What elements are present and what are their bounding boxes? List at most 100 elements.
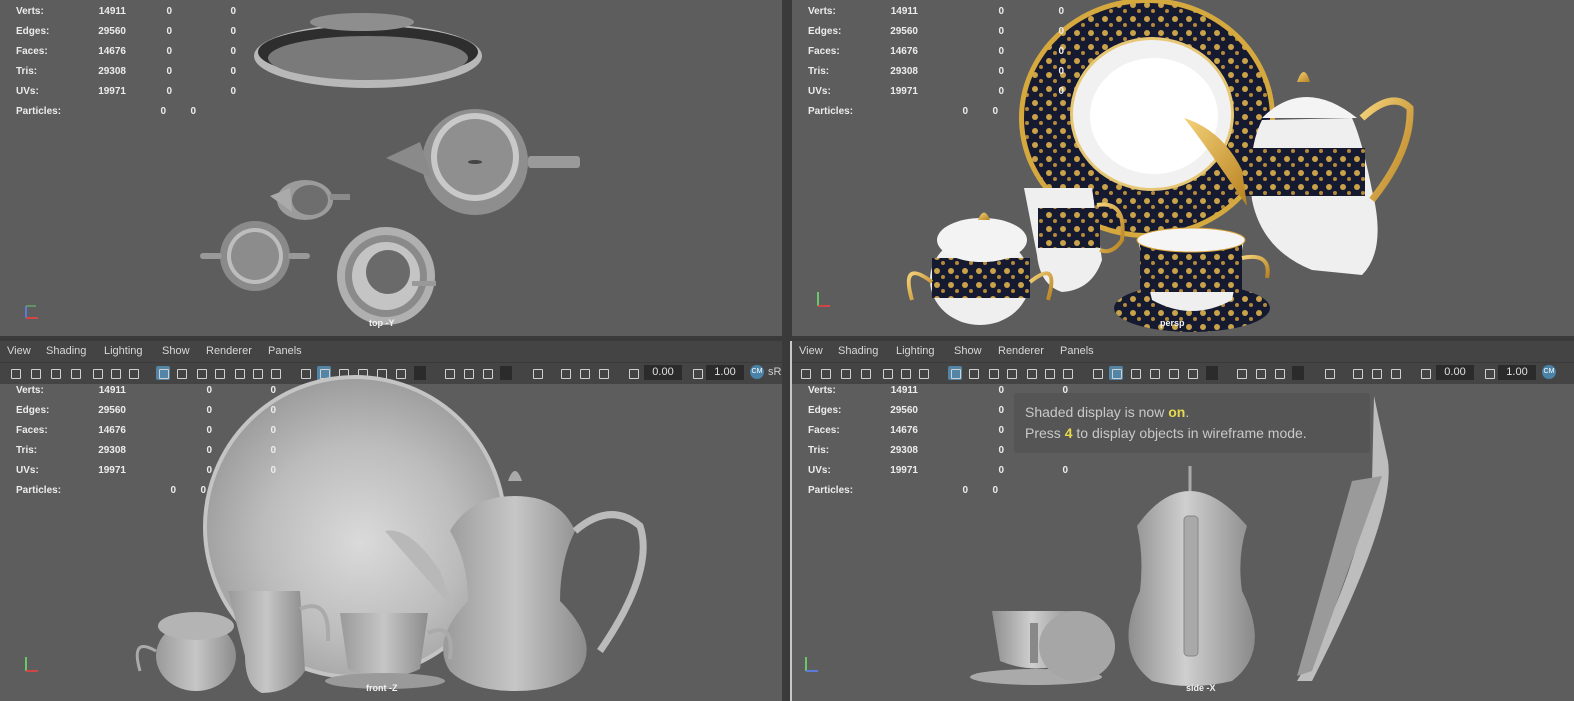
faces-label: Faces: bbox=[16, 425, 48, 436]
faces-label: Faces: bbox=[16, 46, 48, 57]
viewport-top[interactable]: Verts: 14911 0 0 Edges: 29560 0 0 Faces: 14676 0… bbox=[0, 0, 782, 336]
axis-gizmo-icon bbox=[805, 657, 818, 672]
viewport-front[interactable]: View Shading Lighting Show Renderer Pane… bbox=[0, 341, 782, 701]
verts-value: 14911 bbox=[890, 385, 918, 396]
edges-component: 0 bbox=[230, 26, 236, 37]
edges-value: 29560 bbox=[98, 26, 126, 37]
teapot-persp-shape bbox=[1250, 118, 1378, 275]
uvs-value: 19971 bbox=[98, 86, 126, 97]
tris-value: 29308 bbox=[98, 66, 126, 77]
faces-value: 14676 bbox=[890, 46, 918, 57]
faces-selected: 0 bbox=[166, 46, 172, 57]
edges-label: Edges: bbox=[16, 26, 50, 37]
camera-label: top -Y bbox=[369, 318, 395, 328]
tris-label: Tris: bbox=[808, 445, 830, 456]
uvs-component: 0 bbox=[1058, 86, 1064, 97]
verts-selected: 0 bbox=[998, 385, 1004, 396]
uvs-value: 19971 bbox=[98, 465, 126, 476]
faces-label: Faces: bbox=[808, 46, 840, 57]
particles-label: Particles: bbox=[808, 485, 854, 496]
uvs-label: UVs: bbox=[16, 465, 39, 476]
particles-selected: 0 bbox=[992, 485, 998, 496]
tris-component: 0 bbox=[230, 66, 236, 77]
particles-label: Particles: bbox=[16, 106, 62, 117]
uvs-label: UVs: bbox=[808, 465, 831, 476]
verts-selected: 0 bbox=[206, 385, 212, 396]
verts-component: 0 bbox=[270, 385, 276, 396]
particles-selected: 0 bbox=[190, 106, 196, 117]
tris-label: Tris: bbox=[16, 445, 38, 456]
tris-value: 29308 bbox=[890, 66, 918, 77]
uvs-value: 19971 bbox=[890, 86, 918, 97]
uvs-label: UVs: bbox=[808, 86, 831, 97]
faces-value: 14676 bbox=[890, 425, 918, 436]
edges-component: 0 bbox=[270, 405, 276, 416]
uvs-value: 19971 bbox=[890, 465, 918, 476]
uvs-label: UVs: bbox=[16, 86, 39, 97]
verts-label: Verts: bbox=[808, 6, 836, 17]
particles-selected: 0 bbox=[200, 485, 206, 496]
message-line-2: Press 4 to display objects in wireframe … bbox=[1025, 425, 1307, 441]
particles-label: Particles: bbox=[808, 106, 854, 117]
uvs-component: 0 bbox=[230, 86, 236, 97]
message-line-1: Shaded display is now on. bbox=[1025, 404, 1190, 420]
camera-label: persp bbox=[1160, 318, 1185, 328]
uvs-selected: 0 bbox=[998, 86, 1004, 97]
tris-selected: 0 bbox=[998, 66, 1004, 77]
edges-component: 0 bbox=[1058, 26, 1064, 37]
verts-component: 0 bbox=[230, 6, 236, 17]
edges-selected: 0 bbox=[206, 405, 212, 416]
edges-value: 29560 bbox=[890, 26, 918, 37]
verts-value: 14911 bbox=[98, 6, 126, 17]
edges-label: Edges: bbox=[808, 26, 842, 37]
verts-selected: 0 bbox=[998, 6, 1004, 17]
particles-selected: 0 bbox=[992, 106, 998, 117]
viewport-side[interactable]: View Shading Lighting Show Renderer Pane… bbox=[790, 341, 1574, 701]
verts-value: 14911 bbox=[890, 6, 918, 17]
edges-value: 29560 bbox=[98, 405, 126, 416]
viewport-persp[interactable]: Verts: 14911 0 0 Edges: 29560 0 0 Faces: 14676 0… bbox=[792, 0, 1574, 336]
particles-label: Particles: bbox=[16, 485, 62, 496]
faces-component: 0 bbox=[230, 46, 236, 57]
tris-label: Tris: bbox=[16, 66, 38, 77]
faces-label: Faces: bbox=[808, 425, 840, 436]
faces-value: 14676 bbox=[98, 46, 126, 57]
edges-selected: 0 bbox=[998, 26, 1004, 37]
tris-selected: 0 bbox=[206, 445, 212, 456]
edges-value: 29560 bbox=[890, 405, 918, 416]
axis-gizmo-icon bbox=[25, 657, 38, 672]
tris-value: 29308 bbox=[98, 445, 126, 456]
verts-label: Verts: bbox=[808, 385, 836, 396]
camera-label: side -X bbox=[1186, 683, 1216, 693]
faces-selected: 0 bbox=[998, 425, 1004, 436]
axis-gizmo-icon bbox=[25, 305, 38, 319]
verts-component: 0 bbox=[1058, 6, 1064, 17]
cup-front-shape bbox=[340, 613, 428, 678]
tris-selected: 0 bbox=[998, 445, 1004, 456]
axis-gizmo-icon bbox=[817, 292, 830, 307]
uvs-selected: 0 bbox=[166, 86, 172, 97]
faces-component: 0 bbox=[270, 425, 276, 436]
verts-value: 14911 bbox=[98, 385, 126, 396]
uvs-component: 0 bbox=[1062, 465, 1068, 476]
edges-selected: 0 bbox=[998, 405, 1004, 416]
creamer-front-shape bbox=[228, 591, 305, 693]
edges-label: Edges: bbox=[16, 405, 50, 416]
inview-message: Shaded display is now on. Press 4 to dis… bbox=[1014, 393, 1370, 453]
tris-value: 29308 bbox=[890, 445, 918, 456]
verts-label: Verts: bbox=[16, 6, 44, 17]
faces-component: 0 bbox=[1058, 46, 1064, 57]
faces-value: 14676 bbox=[98, 425, 126, 436]
tris-label: Tris: bbox=[808, 66, 830, 77]
faces-selected: 0 bbox=[998, 46, 1004, 57]
verts-label: Verts: bbox=[16, 385, 44, 396]
tris-selected: 0 bbox=[166, 66, 172, 77]
edges-label: Edges: bbox=[808, 405, 842, 416]
uvs-selected: 0 bbox=[206, 465, 212, 476]
tris-component: 0 bbox=[270, 445, 276, 456]
camera-label: front -Z bbox=[366, 683, 398, 693]
faces-selected: 0 bbox=[206, 425, 212, 436]
uvs-selected: 0 bbox=[998, 465, 1004, 476]
verts-selected: 0 bbox=[166, 6, 172, 17]
uvs-component: 0 bbox=[270, 465, 276, 476]
